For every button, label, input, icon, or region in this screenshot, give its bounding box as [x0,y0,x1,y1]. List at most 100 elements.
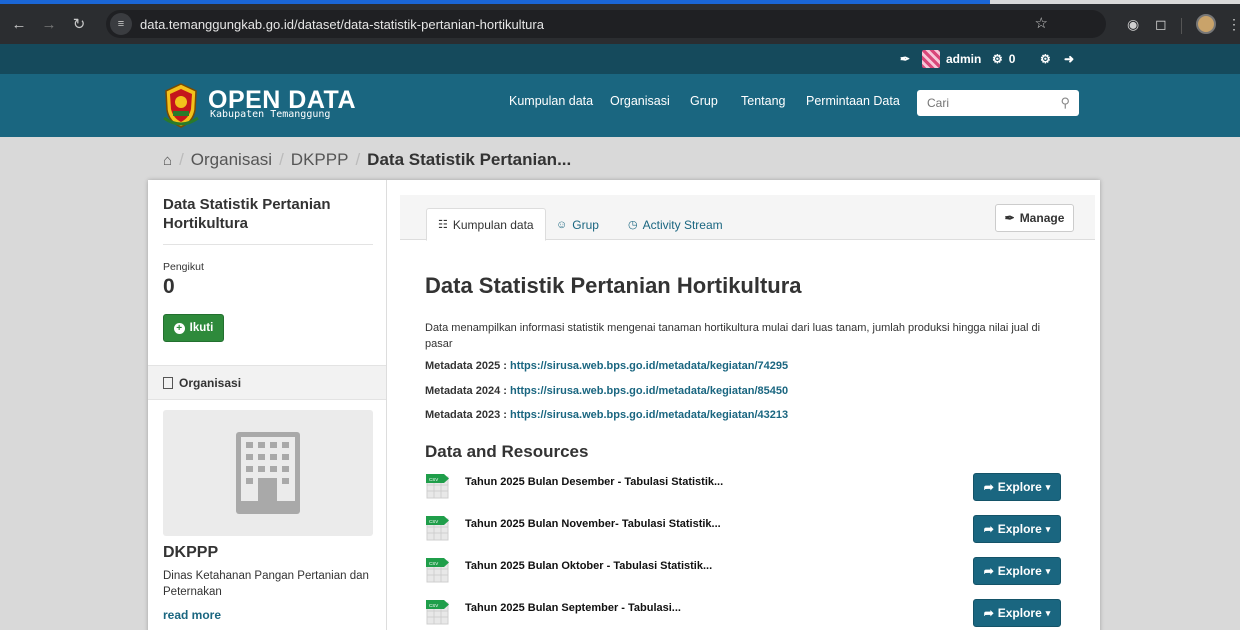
search-form: ⚲ [917,90,1079,116]
csv-file-icon: CSV [426,600,449,625]
extensions-icon[interactable]: ◻ [1155,16,1167,33]
csv-file-icon: CSV [426,558,449,583]
organization-section-header: Organisasi [148,365,386,400]
metadata-link[interactable]: https://sirusa.web.bps.go.id/metadata/ke… [510,360,788,372]
reload-icon[interactable]: ↻ [68,13,90,35]
svg-text:CSV: CSV [429,561,438,566]
organization-name[interactable]: DKPPP [163,544,218,562]
site-info-icon[interactable]: ≡ [110,13,132,35]
home-icon[interactable]: ⌂ [163,152,172,169]
sitemap-icon: ☷ [438,219,448,231]
account-bar: ✒ admin ⚙ 0 ⚙ ➜ [0,44,1240,74]
browser-toolbar: ← → ↻ ≡ data.temanggungkab.go.id/dataset… [0,4,1240,44]
dataset-content: ☷ Kumpulan data ☺ Grup ◷ Activity Stream… [386,180,1100,630]
sidebar-dataset-title: Data Statistik Pertanian Hortikultura [163,196,331,232]
menu-kebab-icon[interactable]: ⋮ [1227,16,1240,33]
wrench-icon: ✒ [1004,211,1015,225]
svg-text:CSV: CSV [429,477,438,482]
settings-gear-icon[interactable]: ⚙ [1040,44,1051,74]
resource-name[interactable]: Tahun 2025 Bulan September - Tabulasi... [465,602,681,614]
resource-name[interactable]: Tahun 2025 Bulan November- Tabulasi Stat… [465,518,721,530]
caret-down-icon: ▾ [1045,607,1051,618]
explore-button[interactable]: ➦ Explore ▾ [973,515,1061,543]
logout-icon[interactable]: ➜ [1064,44,1074,74]
breadcrumb-organisasi[interactable]: Organisasi [191,150,272,170]
url-text[interactable]: data.temanggungkab.go.id/dataset/data-st… [140,17,544,32]
bookmark-star-icon[interactable]: ☆ [1035,14,1048,32]
breadcrumb-dkppp[interactable]: DKPPP [291,150,349,170]
dashboard-link[interactable]: ⚙ 0 [992,44,1015,74]
dashboard-icon: ⚙ [992,52,1003,66]
content-tabbar: ☷ Kumpulan data ☺ Grup ◷ Activity Stream… [400,195,1095,241]
sysadmin-icon[interactable]: ✒ [900,44,910,74]
svg-text:CSV: CSV [429,603,438,608]
explore-label: Explore [997,522,1042,536]
svg-text:CSV: CSV [429,519,438,524]
manage-button[interactable]: ✒ Manage [995,204,1074,232]
main-card: Data Statistik Pertanian Hortikultura Pe… [148,180,1100,630]
profile-avatar-icon[interactable] [1196,14,1216,34]
search-icon[interactable]: ⚲ [1060,95,1070,111]
regency-emblem-icon[interactable] [162,82,200,128]
explore-label: Explore [997,564,1042,578]
explore-button[interactable]: ➦ Explore ▾ [973,557,1061,585]
breadcrumb-separator: / [179,150,184,169]
explore-button[interactable]: ➦ Explore ▾ [973,599,1061,627]
resources-heading: Data and Resources [425,442,589,461]
search-input[interactable] [917,90,1037,116]
toolbar-divider [1181,18,1182,34]
tab-kumpulan-data[interactable]: ☷ Kumpulan data [426,208,546,241]
site-subtitle: Kabupaten Temanggung [210,109,331,120]
clock-icon: ◷ [628,219,638,231]
user-menu[interactable]: admin [922,44,981,74]
resource-name[interactable]: Tahun 2025 Bulan Desember - Tabulasi Sta… [465,476,723,488]
breadcrumb-separator: / [355,150,361,169]
plus-circle-icon: + [173,322,185,334]
resource-item: CSV Tahun 2025 Bulan Desember - Tabulasi… [425,473,1065,503]
explore-label: Explore [997,480,1042,494]
nav-kumpulan-data[interactable]: Kumpulan data [509,94,593,108]
explore-button[interactable]: ➦ Explore ▾ [973,473,1061,501]
tab-label: Grup [572,217,599,232]
breadcrumb-current[interactable]: Data Statistik Pertanian... [367,150,571,170]
share-icon: ➦ [983,606,994,620]
read-more-link[interactable]: read more [163,608,221,622]
share-icon: ➦ [983,480,994,494]
resource-item: CSV Tahun 2025 Bulan Oktober - Tabulasi … [425,557,1065,587]
users-icon: ☺ [556,218,568,231]
camera-icon[interactable]: ◉ [1127,16,1139,33]
metadata-line: Metadata 2024 : https://sirusa.web.bps.g… [425,385,788,397]
metadata-label: Metadata 2023 : [425,409,510,421]
nav-tentang[interactable]: Tentang [741,94,785,108]
dataset-notes: Data menampilkan informasi statistik men… [425,322,1041,350]
resource-name[interactable]: Tahun 2025 Bulan Oktober - Tabulasi Stat… [465,560,712,572]
dataset-title: Data Statistik Pertanian Hortikultura [425,273,802,298]
back-icon[interactable]: ← [8,13,30,35]
followers-label: Pengikut [163,261,204,273]
caret-down-icon: ▾ [1045,565,1051,576]
sidebar: Data Statistik Pertanian Hortikultura Pe… [148,180,386,630]
nav-grup[interactable]: Grup [690,94,718,108]
forward-icon[interactable]: → [38,13,60,35]
follow-button[interactable]: + Ikuti [163,314,224,342]
manage-label: Manage [1019,211,1065,225]
nav-organisasi[interactable]: Organisasi [610,94,670,108]
metadata-label: Metadata 2025 : [425,360,510,372]
organization-image[interactable] [163,410,373,536]
address-bar[interactable]: ≡ data.temanggungkab.go.id/dataset/data-… [106,10,1106,38]
csv-file-icon: CSV [426,516,449,541]
organization-description: Dinas Ketahanan Pangan Pertanian dan Pet… [163,570,369,598]
tab-grup[interactable]: ☺ Grup [545,208,610,241]
metadata-link[interactable]: https://sirusa.web.bps.go.id/metadata/ke… [510,409,788,421]
nav-permintaan-data[interactable]: Permintaan Data [806,94,900,108]
metadata-link[interactable]: https://sirusa.web.bps.go.id/metadata/ke… [510,385,788,397]
username: admin [946,52,982,66]
building-placeholder-icon [236,432,300,514]
tab-label: Kumpulan data [452,217,534,232]
metadata-line: Metadata 2023 : https://sirusa.web.bps.g… [425,409,788,421]
metadata-line: Metadata 2025 : https://sirusa.web.bps.g… [425,360,788,372]
tab-activity-stream[interactable]: ◷ Activity Stream [617,208,734,241]
breadcrumb: ⌂ / Organisasi / DKPPP / Data Statistik … [163,150,571,170]
resource-item: CSV Tahun 2025 Bulan September - Tabulas… [425,599,1065,629]
follow-label: Ikuti [189,322,214,334]
